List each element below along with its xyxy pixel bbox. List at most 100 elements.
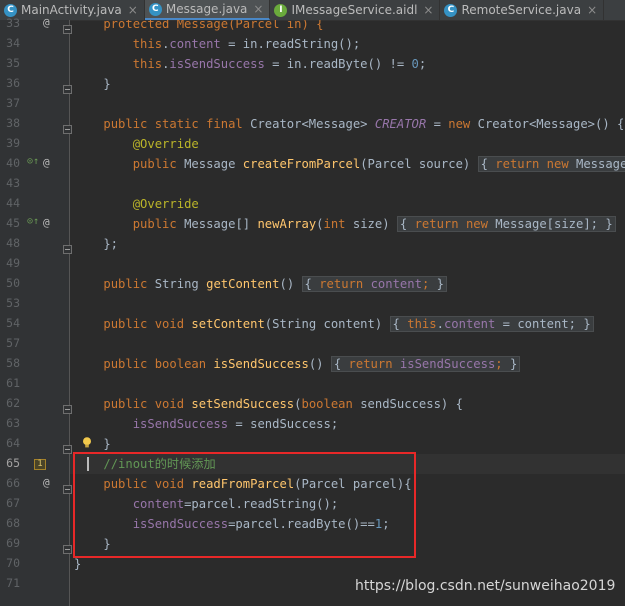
code-text: isSendSuccess bbox=[132, 417, 229, 431]
line-number: 71 bbox=[6, 576, 20, 590]
folded-region[interactable]: { return new Message[size]; } bbox=[396, 216, 616, 232]
fold-marker[interactable] bbox=[63, 445, 72, 454]
line-number: 53 bbox=[6, 296, 20, 310]
override-at-icon[interactable]: @ bbox=[43, 16, 50, 29]
folded-region[interactable]: { return content; } bbox=[301, 276, 447, 292]
code-text: isSendSuccess bbox=[213, 357, 309, 371]
code-text: }; bbox=[74, 237, 119, 251]
code-text: protected Message(Parcel in) { bbox=[74, 20, 324, 31]
code-line-45: public Message[] newArray(int size) { re… bbox=[74, 214, 616, 234]
override-at-icon[interactable]: @ bbox=[43, 216, 50, 229]
code-line-64: } bbox=[74, 434, 110, 454]
code-text: @Override bbox=[132, 137, 199, 151]
code-text: Creator<Message> bbox=[250, 117, 375, 131]
code-text: 0 bbox=[411, 57, 419, 71]
line-number: 34 bbox=[6, 36, 20, 50]
code-text: ; bbox=[418, 57, 427, 71]
tab-imessageservice[interactable]: I IMessageService.aidl × bbox=[270, 0, 441, 20]
code-line-38: public static final Creator<Message> CRE… bbox=[74, 114, 624, 134]
code-text: Message[] bbox=[184, 217, 258, 231]
code-line-33: protected Message(Parcel in) { bbox=[74, 20, 323, 34]
code-text: public boolean bbox=[103, 357, 214, 371]
code-text: this bbox=[407, 317, 437, 331]
fold-marker[interactable] bbox=[63, 25, 72, 34]
line-number: 38 bbox=[6, 116, 20, 130]
line-number: 33 bbox=[6, 16, 20, 30]
folded-region[interactable]: { return isSendSuccess; } bbox=[330, 356, 521, 372]
code-line-50: public String getContent() { return cont… bbox=[74, 274, 447, 294]
code-text: Creator<Message>() { bbox=[477, 117, 625, 131]
code-text: { bbox=[480, 157, 496, 171]
line-number: 63 bbox=[6, 416, 20, 430]
code-line-54: public void setContent(String content) {… bbox=[74, 314, 594, 334]
code-text: () bbox=[279, 277, 302, 291]
line-number: 62 bbox=[6, 396, 20, 410]
fold-marker[interactable] bbox=[63, 405, 72, 414]
code-text: setContent bbox=[191, 317, 265, 331]
code-text: () bbox=[308, 357, 331, 371]
annotation-highlight-box bbox=[73, 452, 416, 558]
line-number: 50 bbox=[6, 276, 20, 290]
line-number: 37 bbox=[6, 96, 20, 110]
line-number: 68 bbox=[6, 516, 20, 530]
fold-marker[interactable] bbox=[63, 85, 72, 94]
code-line-44: @Override bbox=[74, 194, 199, 214]
code-text: ( bbox=[316, 217, 324, 231]
code-line-35: this.isSendSuccess = in.readByte() != 0; bbox=[74, 54, 427, 74]
code-text: = in.readString(); bbox=[220, 37, 361, 51]
code-text: ; bbox=[421, 277, 437, 291]
line-number: 43 bbox=[6, 176, 20, 190]
implements-method-icon[interactable]: ⊙↑ bbox=[27, 216, 39, 227]
close-icon[interactable]: × bbox=[128, 3, 138, 17]
line-number: 57 bbox=[6, 336, 20, 350]
interface-icon: I bbox=[274, 3, 288, 17]
code-line-62: public void setSendSuccess(boolean sendS… bbox=[74, 394, 463, 414]
folded-region[interactable]: { this.content = content; } bbox=[389, 316, 594, 332]
line-number: 69 bbox=[6, 536, 20, 550]
fold-marker[interactable] bbox=[63, 545, 72, 554]
tab-label: IMessageService.aidl bbox=[291, 3, 418, 17]
code-line-36: } bbox=[74, 74, 110, 94]
override-at-icon[interactable]: @ bbox=[43, 476, 50, 489]
line-number: 58 bbox=[6, 356, 20, 370]
line-number: 40 bbox=[6, 156, 20, 170]
close-icon[interactable]: × bbox=[587, 3, 597, 17]
tab-message[interactable]: C Message.java × bbox=[144, 0, 271, 20]
line-number: 66 bbox=[6, 476, 20, 490]
folded-region[interactable]: { return new Message(sou bbox=[477, 156, 625, 172]
bookmark-icon[interactable]: 1 bbox=[34, 459, 46, 470]
class-icon: C bbox=[444, 3, 458, 17]
code-text: = sendSuccess; bbox=[228, 417, 339, 431]
code-text: } bbox=[509, 357, 518, 371]
tab-remoteservice[interactable]: C RemoteService.java × bbox=[440, 0, 605, 20]
code-text: this bbox=[132, 37, 163, 51]
code-text: new bbox=[448, 117, 478, 131]
watermark: https://blog.csdn.net/sunweihao2019 bbox=[355, 578, 616, 594]
line-number: 45 bbox=[6, 216, 20, 230]
code-text: isSendSuccess bbox=[399, 357, 496, 371]
code-text: setSendSuccess bbox=[191, 397, 295, 411]
fold-marker[interactable] bbox=[63, 245, 72, 254]
implements-method-icon[interactable]: ⊙↑ bbox=[27, 156, 39, 167]
code-text: Message[size]; bbox=[495, 217, 606, 231]
fold-marker[interactable] bbox=[63, 125, 72, 134]
code-text: Message(sou bbox=[576, 157, 625, 171]
close-icon[interactable]: × bbox=[423, 3, 433, 17]
code-text: ; bbox=[495, 357, 510, 371]
close-icon[interactable]: × bbox=[253, 2, 263, 16]
line-number: 70 bbox=[6, 556, 20, 570]
override-at-icon[interactable]: @ bbox=[43, 156, 50, 169]
fold-marker[interactable] bbox=[63, 485, 72, 494]
tab-mainactivity[interactable]: C MainActivity.java × bbox=[0, 0, 145, 20]
line-number: 49 bbox=[6, 256, 20, 270]
code-text: public bbox=[132, 157, 185, 171]
class-icon: C bbox=[4, 3, 17, 17]
code-text: } bbox=[583, 317, 591, 331]
code-text: return new bbox=[414, 217, 496, 231]
line-number: 48 bbox=[6, 236, 20, 250]
code-text: Message bbox=[184, 157, 243, 171]
